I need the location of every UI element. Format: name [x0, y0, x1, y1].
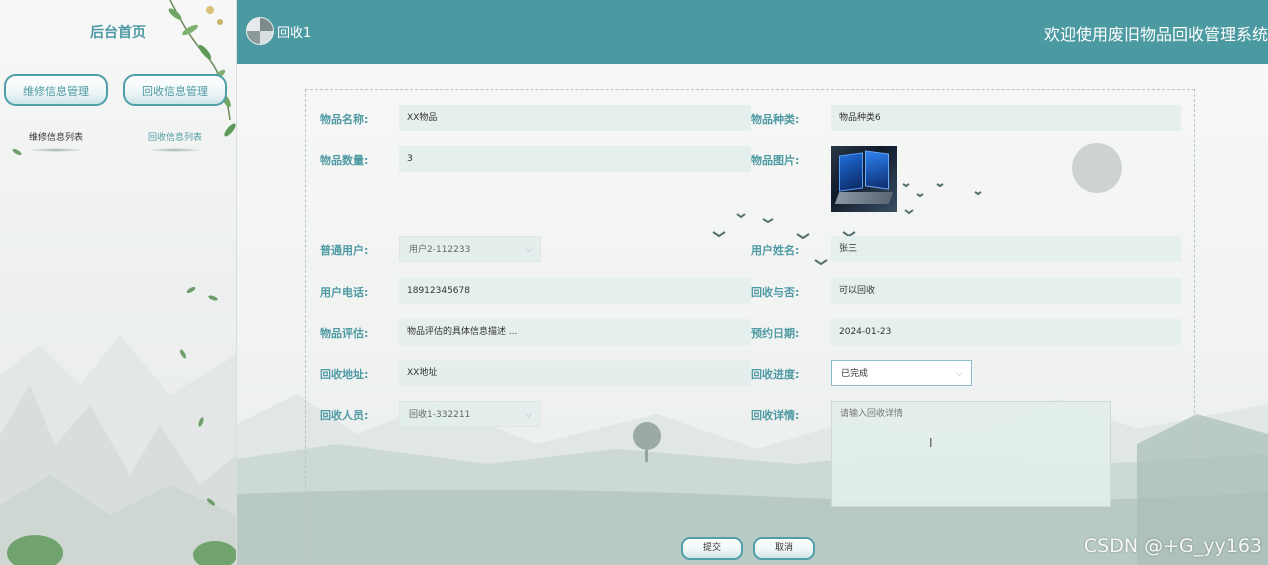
label-item-name: 物品名称: [320, 113, 369, 126]
sidebar: 后台首页 维修信息管理 回收信息管理 维修信息列表 回收信息列表 [0, 0, 237, 565]
mountain-background [0, 335, 236, 565]
field-user-name[interactable]: 张三 [831, 236, 1181, 262]
field-appointment-date[interactable]: 2024-01-23 [831, 319, 1181, 345]
label-address: 回收地址: [320, 368, 369, 381]
watermark-text: CSDN @+G_yy163 [1083, 535, 1262, 557]
menu-recycle-management[interactable]: 回收信息管理 [123, 74, 227, 106]
submenu-recycle-list[interactable]: 回收信息列表 [123, 130, 227, 152]
select-user-value: 用户2-112233 [409, 245, 471, 255]
label-appointment-date: 预约日期: [751, 327, 800, 340]
select-staff-value: 回收1-332211 [409, 410, 471, 420]
avatar-icon[interactable] [246, 17, 274, 45]
select-user[interactable]: 用户2-112233 ⌵ [399, 236, 541, 262]
ink-underline [28, 148, 84, 152]
select-staff[interactable]: 回收1-332211 ⌵ [399, 401, 541, 427]
field-item-qty[interactable]: 3 [399, 146, 751, 172]
ink-underline [147, 148, 203, 152]
top-header: 回收1 欢迎使用废旧物品回收管理系统 [237, 0, 1268, 64]
label-recyclable: 回收与否: [751, 286, 800, 299]
chevron-down-icon: ⌵ [525, 245, 532, 255]
image-panel [839, 152, 863, 192]
item-image[interactable] [831, 146, 897, 212]
label-staff: 回收人员: [320, 409, 369, 422]
header-welcome-text: 欢迎使用废旧物品回收管理系统 [1043, 25, 1268, 44]
submenu-repair-list[interactable]: 维修信息列表 [4, 130, 108, 152]
image-panel [865, 150, 889, 190]
chevron-down-icon: ⌵ [956, 369, 963, 379]
label-user-phone: 用户电话: [320, 286, 369, 299]
field-address[interactable]: XX地址 [399, 360, 751, 386]
field-evaluation[interactable]: 物品评估的具体信息描述 ... [399, 319, 751, 345]
image-base [834, 192, 894, 204]
label-details: 回收详情: [751, 409, 800, 422]
submit-button[interactable]: 提交 [681, 537, 743, 560]
submenu-repair-list-label: 维修信息列表 [28, 133, 83, 143]
chevron-down-icon: ⌵ [525, 410, 532, 420]
details-textarea[interactable] [831, 401, 1111, 507]
sidebar-home-title[interactable]: 后台首页 [0, 22, 236, 42]
select-progress-value: 已完成 [841, 369, 869, 379]
field-item-type[interactable]: 物品种类6 [831, 105, 1181, 131]
ibeam-cursor-icon: I [929, 436, 933, 450]
label-user-name: 用户姓名: [751, 244, 800, 257]
menu-repair-management[interactable]: 维修信息管理 [4, 74, 108, 106]
label-item-image: 物品图片: [751, 154, 800, 167]
field-recyclable[interactable]: 可以回收 [831, 278, 1181, 304]
label-item-type: 物品种类: [751, 113, 800, 126]
cancel-button[interactable]: 取消 [753, 537, 815, 560]
header-username: 回收1 [277, 26, 312, 41]
label-user: 普通用户: [320, 244, 369, 257]
field-user-phone[interactable]: 18912345678 [399, 278, 751, 304]
label-item-qty: 物品数量: [320, 154, 369, 167]
field-item-name[interactable]: XX物品 [399, 105, 751, 131]
submenu-recycle-list-label: 回收信息列表 [147, 133, 202, 143]
select-progress[interactable]: 已完成 ⌵ [831, 360, 972, 386]
main-content: 物品名称: XX物品 物品种类: 物品种类6 物品数量: 3 物品图片: 普通用… [237, 64, 1268, 565]
label-progress: 回收进度: [751, 368, 800, 381]
label-evaluation: 物品评估: [320, 327, 369, 340]
